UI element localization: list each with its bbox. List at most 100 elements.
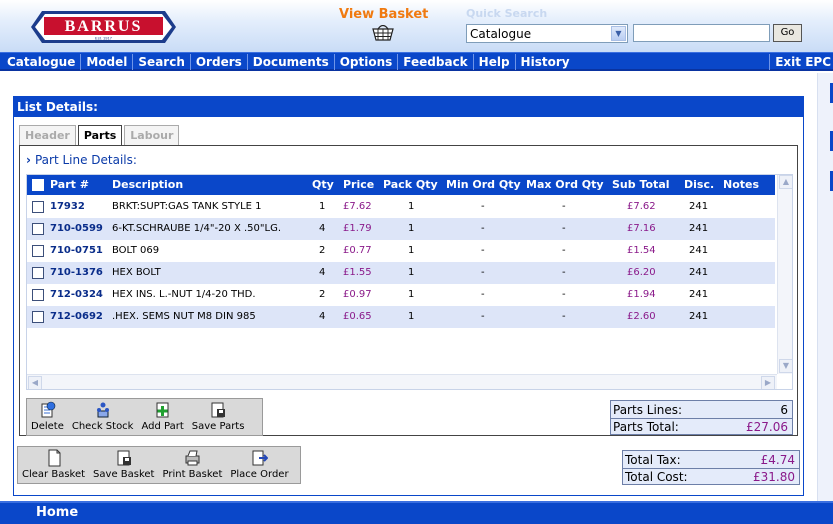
row-checkbox[interactable] <box>32 245 44 257</box>
row-checkbox[interactable] <box>32 267 44 279</box>
table-row[interactable]: 17932 BRKT:SUPT:GAS TANK STYLE 1 1 £7.62 1 - -… <box>27 196 775 218</box>
cell-part-number[interactable]: 17932 <box>50 196 85 218</box>
quick-search-select[interactable]: Catalogue ▼ <box>466 24 628 43</box>
delete-button[interactable]: Delete <box>27 401 68 435</box>
col-part[interactable]: Part # <box>50 175 89 195</box>
check-stock-button[interactable]: Check Stock <box>68 401 138 435</box>
exit-epc-link[interactable]: Exit EPC <box>769 54 831 70</box>
quick-search-input[interactable] <box>633 24 770 42</box>
cell-pack-qty: 1 <box>408 289 415 300</box>
cell-part-number[interactable]: 710-0599 <box>50 218 103 240</box>
parts-total-label: Parts Total: <box>613 420 679 434</box>
parts-lines-value: 6 <box>780 403 788 417</box>
col-notes[interactable]: Notes <box>723 175 759 195</box>
scroll-down-icon[interactable]: ▼ <box>779 359 792 373</box>
cell-max-ord-qty: - <box>562 223 566 234</box>
col-price[interactable]: Price <box>343 175 374 195</box>
table-row[interactable]: 710-0599 6-KT.SCHRAUBE 1/4"-20 X .50"LG. 4… <box>27 218 775 240</box>
scroll-up-icon[interactable]: ▲ <box>779 175 792 189</box>
table-row[interactable]: 710-1376 HEX BOLT 4 £1.55 1 - - £6.20 241 <box>27 262 775 284</box>
clear-basket-button[interactable]: Clear Basket <box>18 449 89 483</box>
cell-sub-total: £1.54 <box>627 245 656 256</box>
button-label: Print Basket <box>162 469 223 480</box>
home-link[interactable]: Home <box>36 505 78 520</box>
table-row[interactable]: 712-0692 .HEX. SEMS NUT M8 DIN 985 4 £0.65 1… <box>27 306 775 328</box>
chevron-down-icon[interactable]: ▼ <box>611 26 626 41</box>
row-checkbox[interactable] <box>32 289 44 301</box>
barrus-logo[interactable]: BARRUS Est. 1917 <box>30 10 177 44</box>
menu-item-model[interactable]: Model <box>81 54 134 70</box>
menu-item-history[interactable]: History <box>516 54 575 70</box>
scroll-left-icon[interactable]: ◀ <box>28 376 42 389</box>
col-min-ord-qty[interactable]: Min Ord Qty <box>446 175 521 195</box>
print-basket-icon <box>185 450 200 466</box>
cell-part-number[interactable]: 710-0751 <box>50 240 103 262</box>
button-label: Check Stock <box>71 421 134 432</box>
tab-header[interactable]: Header <box>19 125 76 145</box>
col-disc[interactable]: Disc. <box>684 175 714 195</box>
print-basket-button[interactable]: Print Basket <box>158 449 226 483</box>
menu-item-orders[interactable]: Orders <box>191 54 248 70</box>
cell-pack-qty: 1 <box>408 223 415 234</box>
basket-icon[interactable] <box>372 25 394 41</box>
check-stock-icon <box>96 402 109 418</box>
table-row[interactable]: 712-0324 HEX INS. L.-NUT 1/4-20 THD. 2 £0.9… <box>27 284 775 306</box>
table-row[interactable]: 710-0751 BOLT 069 2 £0.77 1 - - £1.54 241 <box>27 240 775 262</box>
menu-item-feedback[interactable]: Feedback <box>398 54 474 70</box>
cell-pack-qty: 1 <box>408 201 415 212</box>
save-basket-button[interactable]: Save Basket <box>89 449 158 483</box>
cell-part-number[interactable]: 710-1376 <box>50 262 103 284</box>
col-pack-qty[interactable]: Pack Qty <box>383 175 438 195</box>
grid-horizontal-scrollbar[interactable]: ◀ ▶ <box>27 374 777 389</box>
cell-disc: 241 <box>689 289 709 300</box>
select-all-checkbox[interactable] <box>32 179 44 191</box>
menu-item-help[interactable]: Help <box>474 54 516 70</box>
main-menu-bar: Catalogue Model Search Orders Documents Optio… <box>0 52 833 71</box>
cell-part-number[interactable]: 712-0692 <box>50 306 103 328</box>
row-checkbox[interactable] <box>32 201 44 213</box>
cell-description: HEX BOLT <box>112 267 161 278</box>
go-button[interactable]: Go <box>773 24 802 42</box>
clear-basket-icon <box>48 449 61 467</box>
menu-item-catalogue[interactable]: Catalogue <box>2 54 82 70</box>
cell-disc: 241 <box>689 223 709 234</box>
add-part-button[interactable]: Add Part <box>137 401 187 435</box>
cell-price: £0.97 <box>343 289 372 300</box>
place-order-button[interactable]: Place Order <box>226 449 292 483</box>
cell-description: 6-KT.SCHRAUBE 1/4"-20 X .50"LG. <box>112 223 281 234</box>
col-sub-total[interactable]: Sub Total <box>612 175 670 195</box>
row-checkbox[interactable] <box>32 223 44 235</box>
page-scrollbar[interactable] <box>817 73 833 501</box>
tab-parts[interactable]: Parts <box>77 125 123 146</box>
scroll-right-icon[interactable]: ▶ <box>761 376 775 389</box>
save-parts-button[interactable]: Save Parts <box>188 401 249 435</box>
col-max-ord-qty[interactable]: Max Ord Qty <box>526 175 604 195</box>
cell-description: HEX INS. L.-NUT 1/4-20 THD. <box>112 289 256 300</box>
footer-bar: Home <box>0 501 833 524</box>
menu-item-search[interactable]: Search <box>133 54 191 70</box>
cell-pack-qty: 1 <box>408 267 415 278</box>
button-label: Add Part <box>141 421 184 432</box>
grid-vertical-scrollbar[interactable]: ▲ ▼ <box>777 175 792 374</box>
col-qty[interactable]: Qty <box>312 175 334 195</box>
section-title-text: Part Line Details: <box>34 153 137 167</box>
menu-item-documents[interactable]: Documents <box>248 54 335 70</box>
section-title: › Part Line Details: <box>26 153 137 167</box>
cell-part-number[interactable]: 712-0324 <box>50 284 103 306</box>
cell-max-ord-qty: - <box>562 289 566 300</box>
row-checkbox[interactable] <box>32 311 44 323</box>
cell-qty: 4 <box>319 311 326 322</box>
cell-price: £0.77 <box>343 245 372 256</box>
add-part-icon <box>156 402 169 418</box>
tab-labour[interactable]: Labour <box>124 125 180 145</box>
parts-tab-content: › Part Line Details: Part # Description Q… <box>19 145 798 436</box>
cell-sub-total: £2.60 <box>627 311 656 322</box>
cell-qty: 4 <box>319 223 326 234</box>
total-tax-label: Total Tax: <box>625 453 681 467</box>
col-description[interactable]: Description <box>112 175 183 195</box>
view-basket-link[interactable]: View Basket <box>339 7 428 22</box>
menu-item-options[interactable]: Options <box>335 54 399 70</box>
button-label: Delete <box>31 421 64 432</box>
total-cost-label: Total Cost: <box>625 470 688 484</box>
save-parts-icon <box>211 402 226 418</box>
